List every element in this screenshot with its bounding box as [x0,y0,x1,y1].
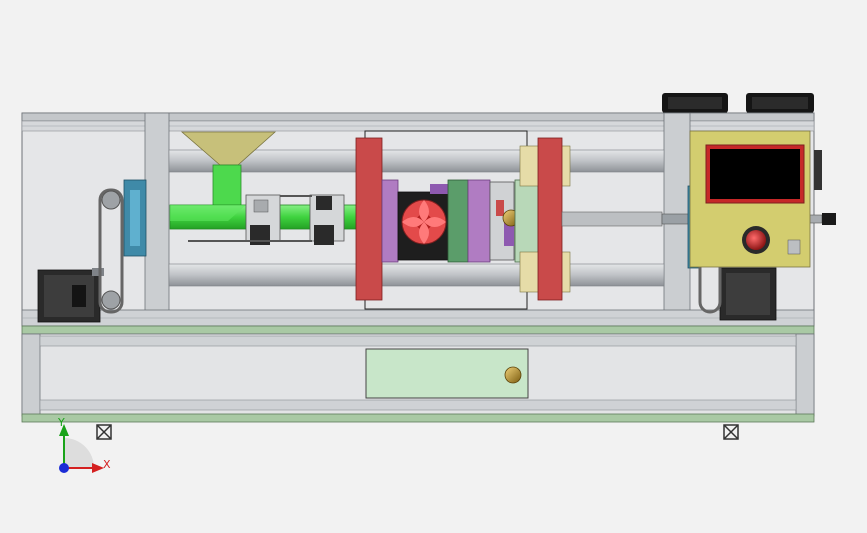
heater-clamp-1 [245,194,281,245]
triad-y-label: Y [57,416,65,429]
fixed-platen [355,137,383,301]
mold-plate-left [381,179,399,263]
drive-motor-left [37,268,104,323]
cooling-fan-right [746,93,814,113]
drive-motor-right [719,267,777,321]
cad-viewport[interactable]: Y X [0,0,867,533]
triad-x-label: X [103,458,111,471]
cooling-fan-left [662,93,728,113]
heater-clamp-2 [309,194,345,245]
base-drawer[interactable] [365,348,529,399]
lcd-screen[interactable] [710,149,800,199]
mold-plate-right [467,179,491,263]
mold-connector [430,184,448,194]
drawer-knob[interactable] [504,366,522,384]
panel-connectors [814,150,822,190]
panel-switch[interactable] [787,239,801,255]
emergency-stop-button[interactable] [742,226,770,254]
mold-cooling-fan-icon [397,191,451,261]
mold-plate-center [447,179,469,263]
moving-mold-half [514,179,539,263]
